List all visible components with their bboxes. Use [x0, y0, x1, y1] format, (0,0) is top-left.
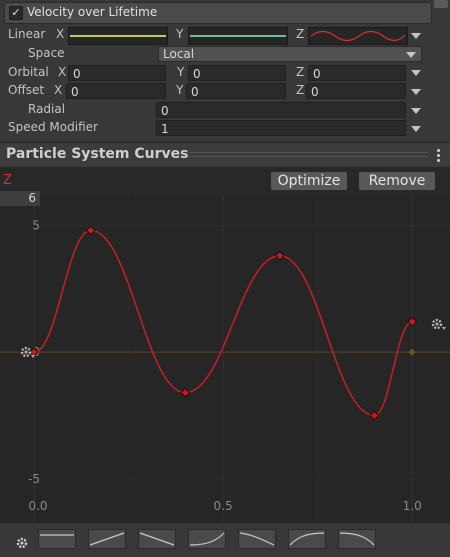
settings-gear-icon[interactable]	[14, 535, 30, 551]
orbital-y-field[interactable]: 0	[188, 65, 286, 81]
kebab-menu-icon[interactable]	[437, 149, 440, 164]
linear-y-curve-field[interactable]	[188, 27, 288, 45]
curve-presets-bar	[0, 522, 450, 557]
module-enabled-checkbox[interactable]: ✓	[9, 6, 23, 20]
offset-z-label: Z	[296, 83, 305, 97]
module-title: Velocity over Lifetime	[27, 5, 158, 19]
max-value-box[interactable]: 6	[0, 191, 40, 206]
preset-ease-out[interactable]	[288, 529, 326, 549]
preset-linear-down[interactable]	[138, 529, 176, 549]
offset-z-field[interactable]: 0	[306, 83, 406, 99]
linear-z-label: Z	[296, 27, 305, 41]
speed-modifier-dropdown-arrow-icon[interactable]	[411, 126, 421, 132]
space-dropdown-value: Local	[163, 47, 195, 61]
scrollbar-thumb[interactable]	[434, 0, 448, 8]
panel-grip-line[interactable]	[188, 156, 428, 157]
offset-y-field[interactable]: 0	[186, 83, 286, 99]
channel-label: Z	[3, 173, 12, 188]
orbital-z-field[interactable]: 0	[308, 65, 406, 81]
curve-editor[interactable]: 0.00.51.050-5 Z 6 Optimize Remove	[0, 167, 450, 522]
radial-label: Radial	[28, 102, 66, 116]
orbital-x-label: X	[58, 65, 67, 79]
offset-dropdown-arrow-icon[interactable]	[411, 89, 421, 95]
preset-ease-out-down[interactable]	[238, 529, 276, 549]
offset-y-label: Y	[176, 83, 184, 97]
y-tick-label: -5	[28, 472, 40, 486]
orbital-z-label: Z	[296, 65, 305, 79]
y-tick-label: 5	[32, 218, 40, 232]
curves-panel-header: Particle System Curves	[0, 142, 450, 168]
orbital-dropdown-arrow-icon[interactable]	[411, 70, 421, 76]
remove-button[interactable]: Remove	[358, 171, 436, 191]
linear-label: Linear	[8, 27, 46, 41]
panel-grip-line[interactable]	[188, 152, 428, 153]
linear-x-curve-field[interactable]	[68, 27, 168, 45]
linear-z-curve-field[interactable]	[308, 27, 408, 45]
velocity-over-lifetime-module: ✓ Velocity over Lifetime Linear X Y Z Sp…	[0, 0, 450, 142]
curve-plot[interactable]: 0.00.51.050-5	[0, 167, 450, 522]
orbital-x-field[interactable]: 0	[68, 65, 166, 81]
linear-y-curve-line	[190, 35, 286, 37]
linear-z-curve-preview	[310, 30, 406, 42]
linear-x-curve-line	[70, 35, 166, 37]
preset-linear-up[interactable]	[88, 529, 126, 549]
x-tick-label: 0.0	[28, 499, 47, 513]
optimize-button[interactable]: Optimize	[270, 171, 348, 191]
plot-background	[0, 195, 450, 522]
preset-constant[interactable]	[38, 529, 76, 549]
preset-ease-in[interactable]	[188, 529, 226, 549]
speed-modifier-field[interactable]: 1	[156, 120, 406, 136]
speed-modifier-label: Speed Modifier	[8, 120, 98, 134]
space-dropdown-arrow-icon[interactable]	[406, 52, 416, 58]
linear-y-label: Y	[176, 27, 184, 41]
x-tick-label: 1.0	[403, 499, 422, 513]
x-tick-label: 0.5	[214, 499, 233, 513]
offset-x-field[interactable]: 0	[66, 83, 166, 99]
linear-x-label: X	[56, 27, 65, 41]
module-header[interactable]: ✓ Velocity over Lifetime	[4, 2, 432, 24]
gear-icon[interactable]	[429, 316, 447, 332]
max-value-label: 6	[28, 191, 36, 205]
offset-x-label: X	[54, 83, 63, 97]
offset-label: Offset	[8, 83, 45, 97]
radial-dropdown-arrow-icon[interactable]	[411, 108, 421, 114]
preset-ease-in-down[interactable]	[338, 529, 376, 549]
space-label: Space	[28, 46, 65, 60]
gear-icon[interactable]	[18, 344, 36, 360]
radial-field[interactable]: 0	[156, 102, 406, 118]
orbital-y-label: Y	[177, 65, 185, 79]
space-dropdown[interactable]: Local	[158, 46, 422, 62]
curves-panel-title: Particle System Curves	[6, 146, 189, 162]
linear-dropdown-arrow-icon[interactable]	[411, 33, 421, 39]
orbital-label: Orbital	[8, 65, 49, 79]
